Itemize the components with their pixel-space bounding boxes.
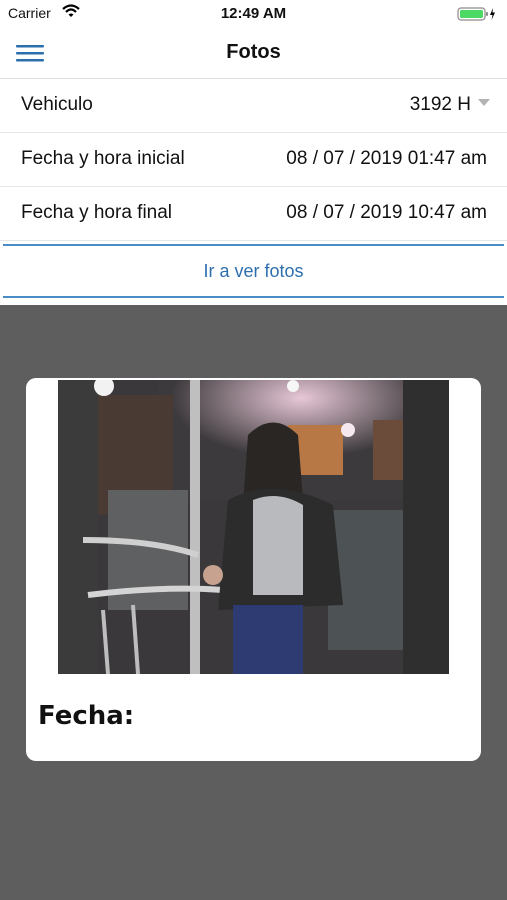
battery-icon bbox=[457, 6, 497, 27]
bus-camera-photo bbox=[58, 380, 449, 674]
dropdown-caret-icon bbox=[478, 99, 490, 106]
end-datetime-label: Fecha y hora final bbox=[21, 202, 173, 223]
view-photos-button[interactable]: Ir a ver fotos bbox=[3, 261, 504, 282]
status-bar: Carrier 12:49 AM bbox=[0, 0, 507, 28]
end-datetime-value: 08 / 07 / 2019 10:47 am bbox=[286, 202, 487, 223]
vehicle-value: 3192 H bbox=[409, 94, 471, 115]
vehicle-select[interactable]: Vehiculo 3192 H bbox=[0, 79, 507, 133]
page-title: Fotos bbox=[226, 41, 281, 63]
vehicle-label: Vehiculo bbox=[21, 94, 93, 115]
view-photos-bar: Ir a ver fotos bbox=[3, 244, 504, 298]
start-datetime-field[interactable]: Fecha y hora inicial 08 / 07 / 2019 01:4… bbox=[0, 133, 507, 187]
photo-date-label: Fecha: bbox=[38, 701, 135, 731]
end-datetime-field[interactable]: Fecha y hora final 08 / 07 / 2019 10:47 … bbox=[0, 187, 507, 241]
filter-form: Vehiculo 3192 H Fecha y hora inicial 08 … bbox=[0, 79, 507, 241]
start-datetime-label: Fecha y hora inicial bbox=[21, 148, 185, 169]
clock-time: 12:49 AM bbox=[220, 5, 287, 22]
navigation-bar: Fotos bbox=[0, 28, 507, 79]
start-datetime-value: 08 / 07 / 2019 01:47 am bbox=[286, 148, 487, 169]
photo-card: Fecha: bbox=[26, 378, 481, 761]
